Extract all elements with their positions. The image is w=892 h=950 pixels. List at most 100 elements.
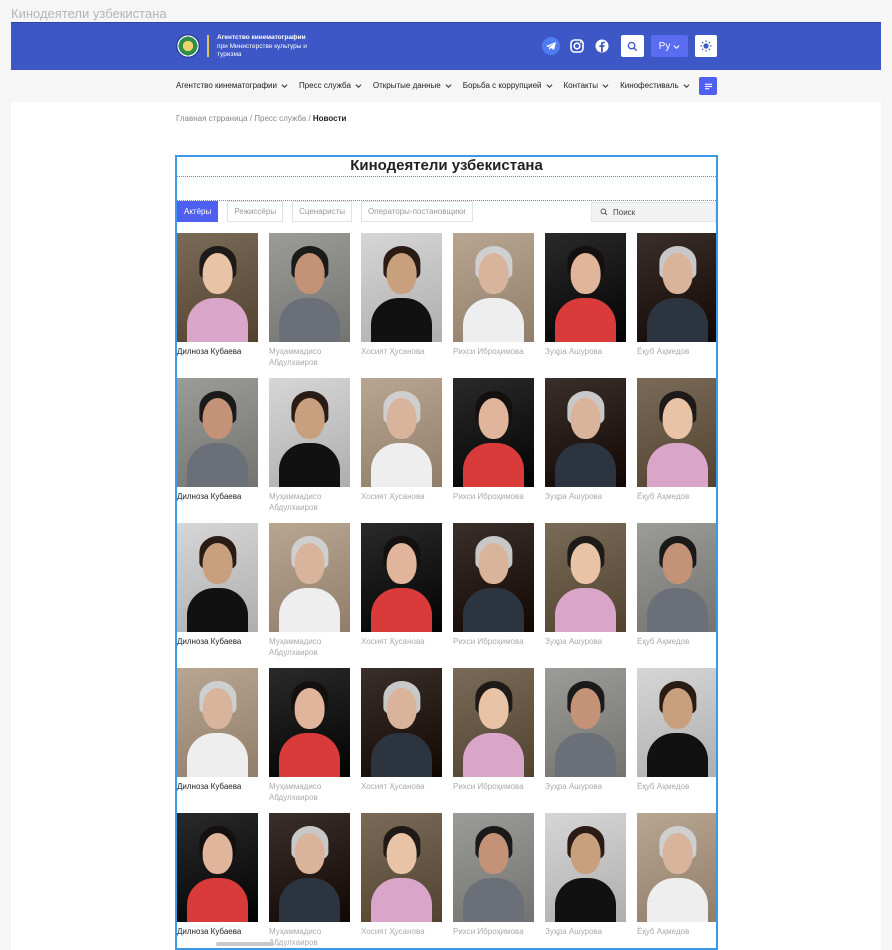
person-photo[interactable] xyxy=(361,233,442,342)
person-photo[interactable] xyxy=(177,378,258,487)
person-photo[interactable] xyxy=(453,668,534,777)
person-name[interactable]: Муҳаммадисо Абдулхаиров xyxy=(269,781,350,803)
person-card[interactable]: Муҳаммадисо Абдулхаиров xyxy=(269,668,350,813)
person-card[interactable]: Муҳаммадисо Абдулхаиров xyxy=(269,523,350,668)
person-name[interactable]: Зуҳра Ашурова xyxy=(545,346,626,357)
person-name[interactable]: Дилноза Кубаева xyxy=(177,781,258,792)
person-name[interactable]: Муҳаммадисо Абдулхаиров xyxy=(269,636,350,658)
person-name[interactable]: Рихси Иброҳимова xyxy=(453,491,534,502)
person-card[interactable]: Зуҳра Ашурова xyxy=(545,668,626,813)
person-card[interactable]: Дилноза Кубаева xyxy=(177,813,258,948)
nav-item-open-data[interactable]: Открытые данные xyxy=(373,81,452,90)
person-photo[interactable] xyxy=(453,378,534,487)
emblem-logo[interactable] xyxy=(176,34,200,58)
person-name[interactable]: Зуҳра Ашурова xyxy=(545,636,626,647)
person-card[interactable]: Муҳаммадисо Абдулхаиров xyxy=(269,378,350,523)
person-card[interactable]: Хосият Ҳусанова xyxy=(361,813,442,948)
tab-screenwriters[interactable]: Сценаристы xyxy=(292,201,352,222)
person-name[interactable]: Ёқуб Аҳмедов xyxy=(637,636,716,647)
person-name[interactable]: Муҳаммадисо Абдулхаиров xyxy=(269,346,350,368)
person-card[interactable]: Дилноза Кубаева xyxy=(177,233,258,378)
person-card[interactable]: Рихси Иброҳимова xyxy=(453,813,534,948)
person-card[interactable]: Рихси Иброҳимова xyxy=(453,668,534,813)
breadcrumb-home[interactable]: Главная стрраница xyxy=(176,114,248,123)
person-card[interactable]: Зуҳра Ашурова xyxy=(545,233,626,378)
person-name[interactable]: Хосият Ҳусанова xyxy=(361,636,442,647)
person-photo[interactable] xyxy=(545,378,626,487)
person-photo[interactable] xyxy=(637,378,716,487)
breadcrumb-section[interactable]: Пресс служба xyxy=(254,114,306,123)
header-search-button[interactable] xyxy=(621,35,644,57)
person-card[interactable]: Муҳаммадисо Абдулхаиров xyxy=(269,813,350,948)
telegram-icon[interactable] xyxy=(542,37,560,55)
person-name[interactable]: Дилноза Кубаева xyxy=(177,926,258,937)
person-card[interactable]: Ёқуб Аҳмедов xyxy=(637,233,716,378)
person-photo[interactable] xyxy=(637,233,716,342)
person-card[interactable]: Ёқуб Аҳмедов xyxy=(637,813,716,948)
person-card[interactable]: Дилноза Кубаева xyxy=(177,668,258,813)
person-name[interactable]: Ёқуб Аҳмедов xyxy=(637,926,716,937)
tab-cinematographers[interactable]: Операторы-постановщики xyxy=(360,201,473,222)
person-photo[interactable] xyxy=(637,668,716,777)
person-name[interactable]: Зуҳра Ашурова xyxy=(545,491,626,502)
person-photo[interactable] xyxy=(637,523,716,632)
person-photo[interactable] xyxy=(269,668,350,777)
menu-button[interactable] xyxy=(699,77,717,95)
nav-item-festival[interactable]: Кинофестиваль xyxy=(620,81,690,90)
person-photo[interactable] xyxy=(361,378,442,487)
person-card[interactable]: Дилноза Кубаева xyxy=(177,378,258,523)
person-name[interactable]: Зуҳра Ашурова xyxy=(545,926,626,937)
person-photo[interactable] xyxy=(545,813,626,922)
person-name[interactable]: Ёқуб Аҳмедов xyxy=(637,781,716,792)
person-card[interactable]: Хосият Ҳусанова xyxy=(361,233,442,378)
person-photo[interactable] xyxy=(177,813,258,922)
person-name[interactable]: Ёқуб Аҳмедов xyxy=(637,491,716,502)
person-name[interactable]: Дилноза Кубаева xyxy=(177,636,258,647)
person-photo[interactable] xyxy=(177,523,258,632)
person-card[interactable]: Ёқуб Аҳмедов xyxy=(637,668,716,813)
person-name[interactable]: Хосият Ҳусанова xyxy=(361,781,442,792)
person-name[interactable]: Рихси Иброҳимова xyxy=(453,926,534,937)
person-photo[interactable] xyxy=(269,523,350,632)
nav-item-agency[interactable]: Агентство кинематографии xyxy=(176,81,288,90)
people-search-input[interactable]: Поиск xyxy=(591,202,716,222)
person-photo[interactable] xyxy=(177,668,258,777)
person-card[interactable]: Хосият Ҳусанова xyxy=(361,668,442,813)
person-card[interactable]: Рихси Иброҳимова xyxy=(453,233,534,378)
person-photo[interactable] xyxy=(453,523,534,632)
person-name[interactable]: Рихси Иброҳимова xyxy=(453,636,534,647)
person-photo[interactable] xyxy=(177,233,258,342)
person-name[interactable]: Дилноза Кубаева xyxy=(177,491,258,502)
tab-actors[interactable]: Актёры xyxy=(177,201,219,222)
person-card[interactable]: Рихси Иброҳимова xyxy=(453,378,534,523)
nav-item-contacts[interactable]: Контакты xyxy=(564,81,610,90)
facebook-icon[interactable] xyxy=(593,37,611,55)
person-card[interactable]: Муҳаммадисо Абдулхаиров xyxy=(269,233,350,378)
person-photo[interactable] xyxy=(361,813,442,922)
nav-item-press[interactable]: Пресс служба xyxy=(299,81,362,90)
person-name[interactable]: Ёқуб Аҳмедов xyxy=(637,346,716,357)
person-name[interactable]: Хосият Ҳусанова xyxy=(361,491,442,502)
person-photo[interactable] xyxy=(453,233,534,342)
theme-toggle-button[interactable] xyxy=(695,35,717,57)
person-name[interactable]: Рихси Иброҳимова xyxy=(453,781,534,792)
person-photo[interactable] xyxy=(269,233,350,342)
instagram-icon[interactable] xyxy=(568,37,586,55)
person-photo[interactable] xyxy=(545,523,626,632)
person-card[interactable]: Хосият Ҳусанова xyxy=(361,378,442,523)
person-card[interactable]: Рихси Иброҳимова xyxy=(453,523,534,668)
person-photo[interactable] xyxy=(637,813,716,922)
person-name[interactable]: Хосият Ҳусанова xyxy=(361,926,442,937)
person-photo[interactable] xyxy=(361,668,442,777)
person-card[interactable]: Дилноза Кубаева xyxy=(177,523,258,668)
person-photo[interactable] xyxy=(361,523,442,632)
person-name[interactable]: Дилноза Кубаева xyxy=(177,346,258,357)
person-photo[interactable] xyxy=(269,813,350,922)
language-selector[interactable]: Ру xyxy=(651,35,688,57)
person-card[interactable]: Зуҳра Ашурова xyxy=(545,523,626,668)
nav-item-anticorruption[interactable]: Борьба с коррупцией xyxy=(463,81,553,90)
organization-name[interactable]: Агентство кинематографии при Министерств… xyxy=(217,34,337,60)
person-card[interactable]: Ёқуб Аҳмедов xyxy=(637,378,716,523)
person-name[interactable]: Рихси Иброҳимова xyxy=(453,346,534,357)
horizontal-scrollbar[interactable] xyxy=(216,942,274,946)
